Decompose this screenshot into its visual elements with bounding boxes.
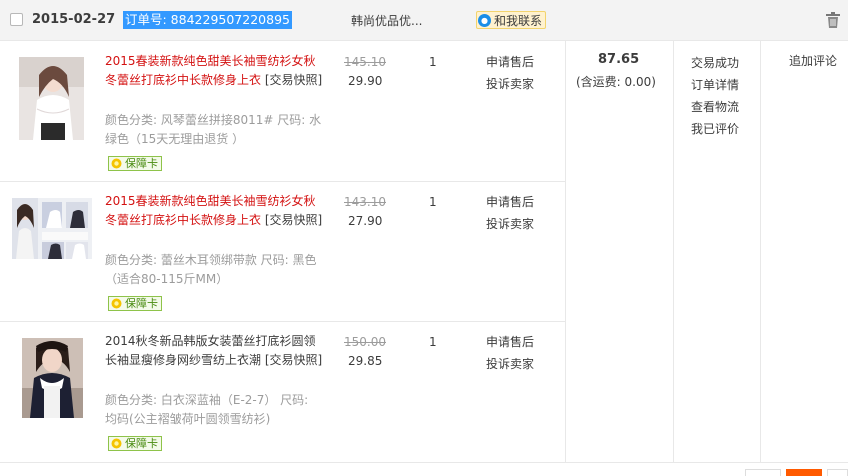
trade-snapshot-link[interactable]: [交易快照] (265, 353, 322, 367)
complain-seller-link[interactable]: 投诉卖家 (486, 353, 534, 375)
contact-seller-label: 和我联系 (494, 14, 543, 28)
shipping-fee: (含运费: 0.00) (576, 75, 656, 89)
complain-seller-link[interactable]: 投诉卖家 (486, 73, 534, 95)
product-image[interactable] (19, 57, 84, 140)
product-image[interactable] (12, 198, 92, 259)
order-select-checkbox[interactable] (10, 13, 23, 26)
column-divider (760, 41, 761, 463)
quantity: 1 (429, 195, 437, 209)
paid-price: 29.90 (348, 74, 383, 88)
paid-price: 27.90 (348, 214, 383, 228)
order-header: 2015-02-27 订单号: 884229507220895 韩尚优品优...… (0, 0, 848, 41)
order-number: 订单号: 884229507220895 (123, 11, 292, 29)
original-price: 150.00 (344, 335, 386, 349)
product-attributes: 颜色分类: 风琴蕾丝拼接8011# 尺码: 水绿色（15天无理由退货 ） (105, 113, 322, 146)
guarantee-badge-label: 保障卡 (125, 297, 158, 310)
shop-name-link[interactable]: 韩尚优品优... (351, 12, 422, 29)
paid-price: 29.85 (348, 354, 383, 368)
add-review-link[interactable]: 追加评论 (789, 52, 837, 69)
pager-prev-button[interactable] (745, 469, 781, 476)
leaf-icon (111, 298, 122, 309)
quantity: 1 (429, 55, 437, 69)
row-divider (0, 181, 565, 182)
guarantee-badge[interactable]: 保障卡 (108, 296, 162, 311)
original-price: 143.10 (344, 195, 386, 209)
product-title[interactable]: 2014秋冬新品韩版女装蕾丝打底衫圆领长袖显瘦修身网纱雪纺上衣潮 [交易快照] (105, 332, 323, 370)
trade-snapshot-link[interactable]: [交易快照] (265, 213, 322, 227)
apply-after-sale-link[interactable]: 申请售后 (486, 331, 534, 353)
apply-after-sale-link[interactable]: 申请售后 (486, 51, 534, 73)
complain-seller-link[interactable]: 投诉卖家 (486, 213, 534, 235)
trade-status: 交易成功 (691, 56, 740, 70)
product-attributes: 颜色分类: 蕾丝木耳领绑带款 尺码: 黑色（适合80-115斤MM） (105, 253, 317, 286)
product-title[interactable]: 2015春装新款纯色甜美长袖雪纺衫女秋冬蕾丝打底衫中长款修身上衣 [交易快照] (105, 52, 323, 90)
quantity: 1 (429, 335, 437, 349)
trash-icon[interactable] (824, 11, 842, 29)
pager-next-button[interactable] (827, 469, 848, 476)
pager-current-page[interactable] (786, 469, 822, 476)
guarantee-badge-label: 保障卡 (125, 157, 158, 170)
wangwang-icon: ● (478, 14, 491, 27)
order-bottom-border (0, 462, 848, 463)
item-actions: 申请售后 投诉卖家 (486, 191, 534, 235)
trade-snapshot-link[interactable]: [交易快照] (265, 73, 322, 87)
column-divider (565, 41, 566, 463)
original-price: 145.10 (344, 55, 386, 69)
leaf-icon (111, 438, 122, 449)
apply-after-sale-link[interactable]: 申请售后 (486, 191, 534, 213)
item-actions: 申请售后 投诉卖家 (486, 331, 534, 375)
product-title[interactable]: 2015春装新款纯色甜美长袖雪纺衫女秋冬蕾丝打底衫中长款修身上衣 [交易快照] (105, 192, 323, 230)
item-actions: 申请售后 投诉卖家 (486, 51, 534, 95)
row-divider (0, 321, 565, 322)
order-status-links: 交易成功 订单详情 查看物流 我已评价 (691, 52, 739, 140)
view-logistics-link[interactable]: 查看物流 (691, 96, 739, 118)
guarantee-badge-label: 保障卡 (125, 437, 158, 450)
reviewed-link[interactable]: 我已评价 (691, 118, 739, 140)
contact-seller-button[interactable]: ● 和我联系 (476, 11, 547, 29)
guarantee-badge[interactable]: 保障卡 (108, 156, 162, 171)
order-date: 2015-02-27 (32, 12, 116, 27)
order-total: 87.65 (598, 52, 640, 67)
guarantee-badge[interactable]: 保障卡 (108, 436, 162, 451)
order-details-link[interactable]: 订单详情 (691, 74, 739, 96)
product-attributes: 颜色分类: 白衣深蓝袖（E-2-7） 尺码: 均码(公主褶皱荷叶圆领雪纺衫) (105, 393, 309, 426)
leaf-icon (111, 158, 122, 169)
column-divider (673, 41, 674, 463)
product-image[interactable] (22, 338, 83, 418)
